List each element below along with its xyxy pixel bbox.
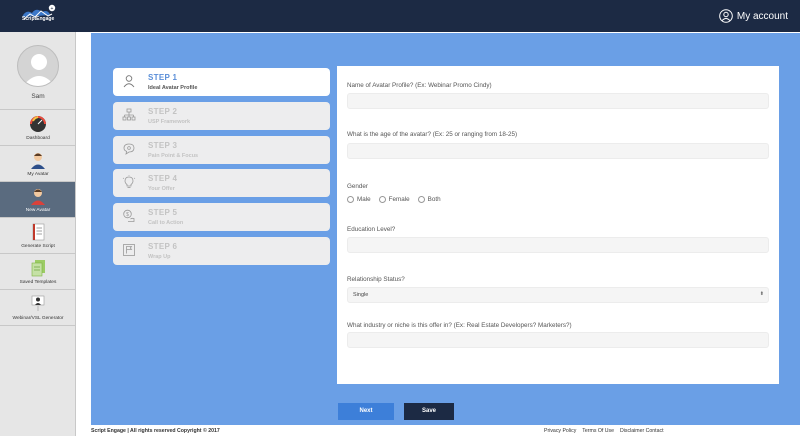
lightbulb-icon bbox=[122, 175, 136, 188]
step-title: STEP 1 bbox=[148, 73, 178, 82]
avatar-placeholder-icon bbox=[23, 54, 55, 86]
radio-circle bbox=[347, 196, 354, 203]
radio-label: Male bbox=[357, 196, 371, 203]
step-1[interactable]: STEP 1 Ideal Avatar Profile bbox=[113, 68, 330, 96]
avatar[interactable] bbox=[17, 45, 59, 87]
top-bar: + ScriptEngage My account bbox=[0, 0, 800, 32]
step-title: STEP 5 bbox=[148, 208, 178, 217]
svg-text:+: + bbox=[51, 6, 54, 12]
disclaimer-contact-link[interactable]: Disclaimer Contact bbox=[620, 428, 664, 434]
step-subtitle: Ideal Avatar Profile bbox=[148, 85, 198, 91]
relationship-selected-value: Single bbox=[353, 292, 369, 298]
relationship-select[interactable]: Single ⬍ bbox=[347, 287, 769, 303]
templates-icon bbox=[31, 260, 45, 277]
sidebar-item-label: Generate Script bbox=[21, 244, 55, 249]
step-subtitle: Pain Point & Focus bbox=[148, 153, 199, 159]
step-title: STEP 2 bbox=[148, 107, 178, 116]
gender-both-radio[interactable]: Both bbox=[417, 196, 441, 203]
privacy-policy-link[interactable]: Privacy Policy bbox=[544, 428, 576, 434]
main-content: STEP 1 Ideal Avatar Profile STEP 2 USP F… bbox=[91, 33, 800, 425]
step-title: STEP 4 bbox=[148, 174, 178, 183]
age-input[interactable] bbox=[347, 143, 769, 159]
relationship-label: Relationship Status? bbox=[347, 276, 405, 283]
step-5[interactable]: $ STEP 5 Call to Action bbox=[113, 203, 330, 231]
hand-coin-icon: $ bbox=[123, 209, 135, 222]
select-arrows-icon: ⬍ bbox=[759, 291, 764, 297]
document-icon bbox=[32, 223, 45, 241]
step-title: STEP 6 bbox=[148, 242, 178, 251]
radio-label: Female bbox=[388, 196, 410, 203]
gender-radio-group: Male Female Both bbox=[347, 196, 449, 203]
sidebar-item-generate-script[interactable]: Generate Script bbox=[0, 218, 75, 254]
education-label: Education Level? bbox=[347, 226, 396, 233]
hierarchy-icon bbox=[122, 108, 136, 121]
logo-text: ScriptEngage bbox=[22, 16, 55, 22]
step-3[interactable]: STEP 3 Pain Point & Focus bbox=[113, 136, 330, 164]
my-account-link[interactable]: My account bbox=[719, 9, 788, 23]
sidebar-item-label: New Avatar bbox=[25, 208, 51, 213]
sidebar-item-label: Saved Templates bbox=[19, 280, 57, 285]
industry-label: What industry or niche is this offer in?… bbox=[347, 322, 572, 329]
account-label: My account bbox=[736, 10, 788, 22]
avatar-name-input[interactable] bbox=[347, 93, 769, 109]
radio-label: Both bbox=[427, 196, 441, 203]
step-subtitle: Wrap Up bbox=[148, 254, 171, 260]
footer: Script Engage | All rights reserved Copy… bbox=[91, 426, 800, 436]
avatar-profile-form: Name of Avatar Profile? (Ex: Webinar Pro… bbox=[337, 66, 779, 384]
profile-block: Sam bbox=[0, 32, 75, 110]
person-icon bbox=[31, 153, 45, 169]
sidebar-item-label: Dashboard bbox=[26, 136, 50, 141]
step-subtitle: USP Framework bbox=[148, 119, 191, 125]
gender-label: Gender bbox=[347, 183, 369, 190]
sidebar-item-webinar-vsl-generator[interactable]: Webinar/VSL Generator bbox=[0, 290, 75, 326]
copyright-text: Script Engage | All rights reserved Copy… bbox=[91, 428, 220, 434]
svg-text:$: $ bbox=[126, 212, 129, 218]
radio-circle bbox=[378, 196, 386, 203]
sidebar-item-label: Webinar/VSL Generator bbox=[12, 316, 64, 321]
sidebar-item-my-avatar[interactable]: My Avatar bbox=[0, 146, 75, 182]
sidebar-item-saved-templates[interactable]: Saved Templates bbox=[0, 254, 75, 290]
step-4[interactable]: STEP 4 Your Offer bbox=[113, 169, 330, 197]
account-icon bbox=[719, 9, 733, 23]
sidebar-item-dashboard[interactable]: Dashboard bbox=[0, 110, 75, 146]
step-subtitle: Call to Action bbox=[148, 220, 184, 226]
avatar-name-label: Name of Avatar Profile? (Ex: Webinar Pro… bbox=[347, 82, 492, 89]
speech-bubble-icon bbox=[123, 143, 135, 155]
education-input[interactable] bbox=[347, 237, 769, 253]
new-person-icon bbox=[31, 189, 45, 205]
step-title: STEP 3 bbox=[148, 141, 178, 150]
step-subtitle: Your Offer bbox=[148, 186, 175, 192]
presenter-icon bbox=[31, 295, 45, 311]
logo-icon: + bbox=[22, 4, 56, 20]
footer-links: Privacy Policy Terms Of Use Disclaimer C… bbox=[544, 428, 670, 434]
terms-of-use-link[interactable]: Terms Of Use bbox=[582, 428, 614, 434]
user-outline-icon bbox=[123, 75, 135, 88]
save-button[interactable]: Save bbox=[404, 403, 454, 420]
step-6[interactable]: STEP 6 Wrap Up bbox=[113, 237, 330, 265]
flag-box-icon bbox=[123, 244, 135, 256]
step-2[interactable]: STEP 2 USP Framework bbox=[113, 102, 330, 130]
sidebar-item-label: My Avatar bbox=[27, 172, 49, 177]
industry-input[interactable] bbox=[347, 332, 769, 348]
gender-female-radio[interactable]: Female bbox=[378, 196, 410, 203]
gauge-icon bbox=[30, 116, 46, 132]
sidebar: Sam Dashboard My Avatar New Avatar Gener… bbox=[0, 32, 76, 436]
next-button[interactable]: Next bbox=[338, 403, 394, 420]
age-label: What is the age of the avatar? (Ex: 25 o… bbox=[347, 131, 518, 138]
gender-male-radio[interactable]: Male bbox=[347, 196, 371, 203]
username: Sam bbox=[31, 93, 45, 100]
sidebar-item-new-avatar[interactable]: New Avatar bbox=[0, 182, 75, 218]
radio-circle bbox=[417, 196, 425, 203]
